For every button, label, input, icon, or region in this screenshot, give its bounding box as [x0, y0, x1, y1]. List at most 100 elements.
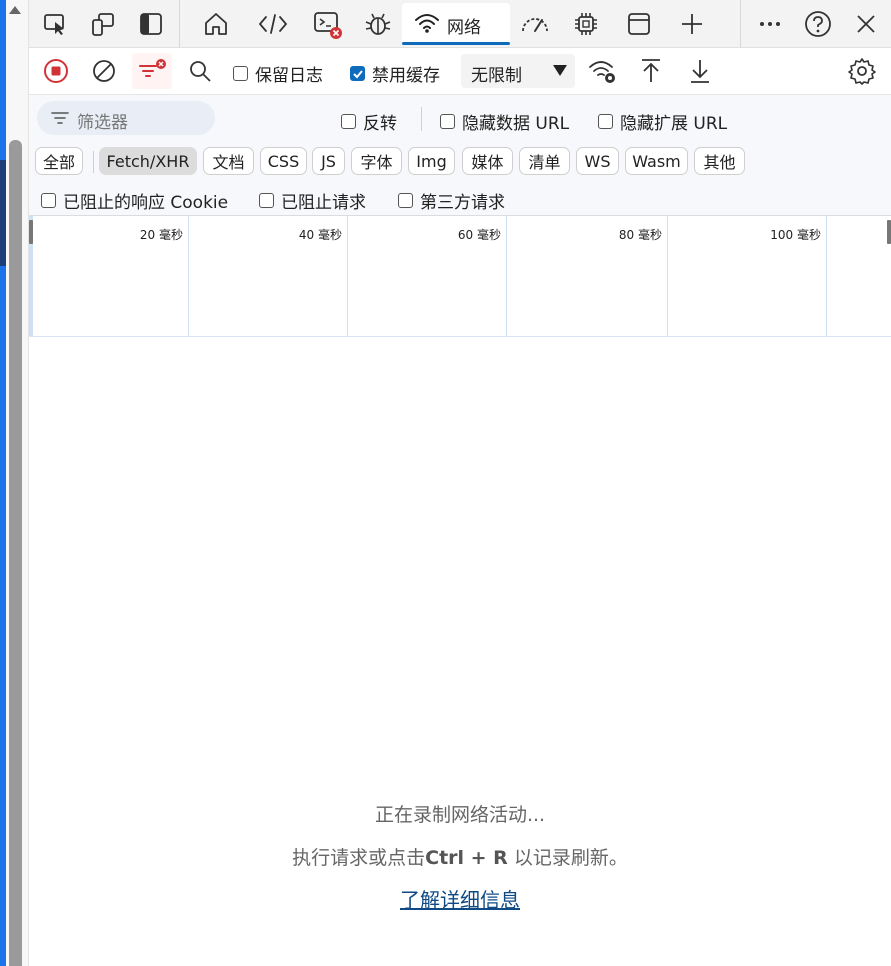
third-party-box[interactable] [398, 193, 413, 208]
sidebar-icon[interactable] [135, 8, 167, 40]
settings-button[interactable] [845, 55, 879, 87]
application-window-icon[interactable] [623, 8, 655, 40]
more-icon[interactable] [754, 8, 786, 40]
timeline-column: 20 毫秒 [29, 216, 189, 336]
type-filter-img[interactable]: Img [408, 147, 455, 175]
filter-bar: 筛选器 反转 隐藏数据 URL 隐藏扩展 URL [29, 95, 891, 143]
blocked-cookies-checkbox[interactable]: 已阻止的响应 Cookie [41, 188, 228, 213]
performance-gauge-icon[interactable] [519, 8, 551, 40]
toolbar-divider [179, 0, 180, 47]
active-tab-indicator [402, 42, 510, 45]
hide-extension-urls-box[interactable] [598, 114, 613, 129]
search-button[interactable] [183, 55, 217, 87]
timeline-tick: 40 毫秒 [298, 228, 342, 242]
filter-input[interactable]: 筛选器 [37, 101, 215, 135]
inspect-icon[interactable] [39, 8, 71, 40]
type-filter-manifest[interactable]: 清单 [519, 147, 570, 175]
reload-hint: 执行请求或点击Ctrl + R 以记录刷新。 [29, 843, 891, 870]
record-icon [44, 59, 68, 83]
search-icon [190, 61, 211, 82]
memory-chip-icon[interactable] [570, 8, 602, 40]
network-conditions-icon [589, 61, 615, 83]
tab-network[interactable]: 网络 [402, 3, 510, 45]
reload-hint-prefix: 执行请求或点击 [292, 847, 426, 869]
invert-box[interactable] [341, 114, 356, 129]
outer-scrollbar[interactable] [0, 0, 29, 966]
type-filter-all[interactable]: 全部 [35, 147, 83, 175]
timeline-tick: 80 毫秒 [618, 228, 662, 242]
hide-data-urls-label: 隐藏数据 URL [462, 114, 570, 134]
learn-more-link[interactable]: 了解详细信息 [29, 884, 891, 913]
invert-checkbox[interactable]: 反转 [341, 109, 397, 134]
throttling-select[interactable]: 无限制 [461, 54, 575, 88]
timeline-tick: 60 毫秒 [457, 228, 501, 242]
upload-icon [642, 59, 660, 82]
disable-cache-box[interactable] [350, 66, 365, 81]
blocked-filters: 已阻止的响应 Cookie 已阻止请求 第三方请求 [29, 179, 891, 216]
add-tab-icon[interactable] [676, 8, 708, 40]
network-wifi-icon [414, 12, 440, 38]
elements-code-icon[interactable] [257, 8, 289, 40]
timeline-column: 80 毫秒 [507, 216, 668, 336]
blocked-requests-label: 已阻止请求 [281, 193, 366, 213]
recording-message: 正在录制网络活动... [374, 804, 546, 826]
dropdown-arrow-icon [553, 65, 567, 76]
timeline-tick: 20 毫秒 [139, 228, 183, 242]
preserve-log-checkbox[interactable]: 保留日志 [233, 61, 323, 86]
filter-icon [51, 110, 69, 130]
clear-button[interactable] [87, 55, 121, 87]
gear-icon [848, 58, 876, 85]
devtools-tabbar: 网络 [29, 0, 891, 48]
overview-timeline[interactable]: 20 毫秒 40 毫秒 60 毫秒 80 毫秒 100 毫秒 [29, 216, 891, 337]
device-emulation-icon[interactable] [87, 8, 119, 40]
type-filter-font[interactable]: 字体 [351, 147, 402, 175]
filter-toggle-button[interactable] [132, 53, 172, 89]
invert-label: 反转 [363, 114, 397, 134]
third-party-label: 第三方请求 [420, 193, 505, 213]
clear-icon [93, 60, 115, 82]
blocked-requests-box[interactable] [259, 193, 274, 208]
disable-cache-checkbox[interactable]: 禁用缓存 [350, 61, 440, 86]
timeline-column: 40 毫秒 [189, 216, 348, 336]
blocked-requests-checkbox[interactable]: 已阻止请求 [259, 188, 366, 213]
type-divider [93, 151, 94, 173]
toolbar-divider [740, 0, 741, 47]
record-button[interactable] [39, 55, 73, 87]
throttling-value: 无限制 [471, 66, 522, 86]
timeline-column: 100 毫秒 [668, 216, 827, 336]
close-icon[interactable] [850, 8, 882, 40]
blocked-cookies-label: 已阻止的响应 Cookie [63, 193, 229, 213]
import-har-button[interactable] [634, 55, 668, 87]
page-edge [0, 0, 6, 966]
network-conditions-button[interactable] [586, 55, 620, 87]
checkmark-icon [352, 69, 363, 78]
preserve-log-box[interactable] [233, 66, 248, 81]
scrollbar-thumb[interactable] [9, 140, 22, 966]
type-filter-wasm[interactable]: Wasm [625, 147, 688, 175]
timeline-tick: 100 毫秒 [770, 228, 821, 242]
export-har-button[interactable] [683, 55, 717, 87]
timeline-right-handle[interactable] [887, 220, 891, 244]
type-filter-doc[interactable]: 文档 [203, 147, 254, 175]
scroll-up-arrow-icon[interactable] [9, 6, 21, 14]
blocked-cookies-box[interactable] [41, 193, 56, 208]
network-toolbar: 保留日志 禁用缓存 无限制 [29, 48, 891, 95]
help-icon[interactable] [802, 8, 834, 40]
type-filter-fetch-xhr[interactable]: Fetch/XHR [99, 147, 197, 175]
hide-data-urls-checkbox[interactable]: 隐藏数据 URL [440, 109, 569, 134]
disable-cache-label: 禁用缓存 [372, 66, 440, 86]
third-party-checkbox[interactable]: 第三方请求 [398, 188, 505, 213]
type-filter-css[interactable]: CSS [260, 147, 307, 175]
welcome-home-icon[interactable] [200, 8, 232, 40]
hide-extension-urls-checkbox[interactable]: 隐藏扩展 URL [598, 109, 727, 134]
page-edge-dark [0, 160, 6, 266]
type-filter-js[interactable]: JS [312, 147, 345, 175]
filter-placeholder: 筛选器 [77, 113, 128, 133]
sources-bug-icon[interactable] [362, 8, 394, 40]
type-filter-media[interactable]: 媒体 [462, 147, 513, 175]
type-filter-other[interactable]: 其他 [694, 147, 745, 175]
type-filter-ws[interactable]: WS [576, 147, 619, 175]
filter-divider [421, 107, 422, 131]
hide-data-urls-box[interactable] [440, 114, 455, 129]
console-icon[interactable] [311, 8, 343, 40]
